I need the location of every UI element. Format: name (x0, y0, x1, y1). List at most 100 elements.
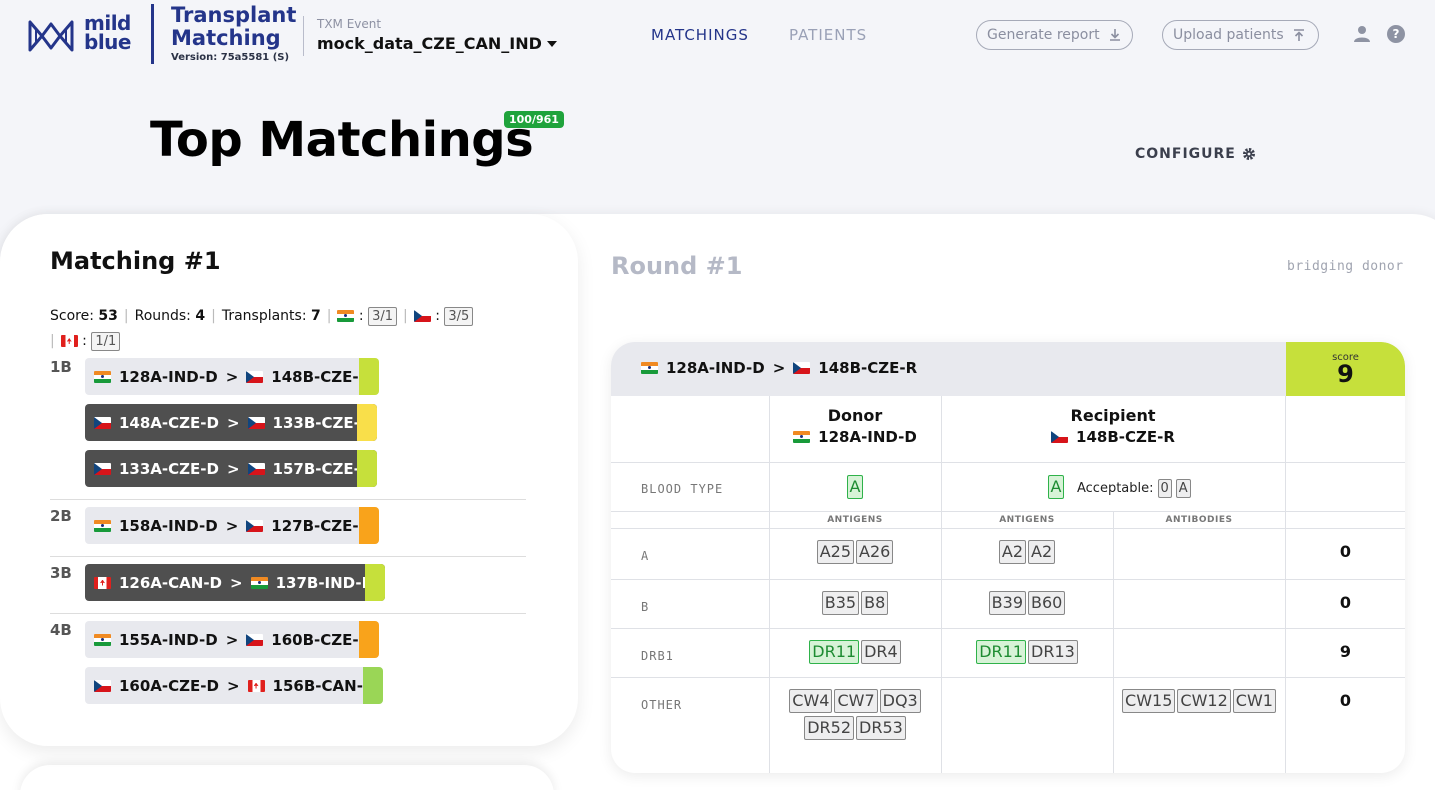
transplant-item[interactable]: 126A-CAN-D >137B-IND-R (85, 564, 385, 601)
recipient-heading: Recipient (1070, 406, 1156, 425)
hla-chip: A2 (1028, 540, 1056, 564)
donor-id: 160A-CZE-D (119, 676, 219, 695)
round-separator (50, 499, 526, 500)
rounds-value: 4 (195, 308, 206, 324)
event-divider (303, 16, 304, 56)
download-icon (1109, 29, 1120, 41)
grid-line (769, 396, 770, 773)
india-flag-icon (641, 362, 658, 374)
logo-text: mild blue (84, 13, 131, 52)
round-label: 2B (50, 507, 72, 525)
czech-flag-icon (246, 370, 264, 383)
donor-heading: Donor (827, 406, 883, 425)
transplant-item[interactable]: 148A-CZE-D >133B-CZE-R (85, 404, 377, 441)
round-separator (50, 556, 526, 557)
donor-id: 128A-IND-D (818, 428, 917, 446)
hla-chip: DR11 (809, 640, 860, 664)
czech-flag-icon (94, 462, 111, 475)
donor-column-heading: Donor 128A-IND-D (769, 406, 941, 446)
country-count-can: 1/1 (91, 332, 121, 351)
country-count-ind: 3/1 (368, 307, 398, 326)
generate-report-label: Generate report (987, 27, 1100, 43)
hla-donor-chips: CW4 CW7 DQ3 DR52 DR53 (777, 689, 933, 740)
hla-row-score: 0 (1339, 691, 1352, 710)
czech-flag-icon (413, 310, 431, 322)
nav-matchings[interactable]: MATCHINGS (651, 26, 749, 44)
score-indicator-bar (359, 358, 379, 395)
hla-chip: DR4 (861, 640, 901, 664)
transplant-pair: 128A-IND-D > 148B-CZE-R (641, 359, 917, 377)
header-donor-id: 128A-IND-D (666, 359, 765, 377)
hla-chip: CW12 (1177, 689, 1231, 713)
recipient-id: 127B-CZE-R (271, 516, 371, 535)
czech-flag-icon (246, 633, 264, 646)
donor-id: 133A-CZE-D (119, 459, 219, 478)
blood-type-chip: A (846, 475, 864, 499)
hla-row-label: DRB1 (641, 649, 674, 663)
country-count-cze: 3/5 (444, 307, 474, 326)
recipient-id: 148B-CZE-R (1076, 428, 1175, 446)
event-selector[interactable]: mock_data_CZE_CAN_IND (317, 34, 557, 53)
hla-chip: A26 (856, 540, 894, 564)
hla-recipient-chips: DR11 DR13 (949, 640, 1105, 664)
mild-blue-logo[interactable]: mild blue (28, 13, 148, 56)
hla-chip: DR52 (804, 716, 854, 740)
grid-line (611, 511, 1405, 512)
recipient-id: 137B-IND-R (275, 573, 374, 592)
transplant-item[interactable]: 160A-CZE-D >156B-CAN-R (85, 667, 383, 704)
hla-chip: DR13 (1028, 640, 1078, 664)
transplant-item[interactable]: 133A-CZE-D >157B-CZE-R (85, 450, 377, 487)
donor-id: 126A-CAN-D (119, 573, 222, 592)
page-title: Top Matchings (150, 112, 534, 168)
nav-patients[interactable]: PATIENTS (789, 26, 867, 44)
canada-flag-icon (60, 335, 78, 347)
generate-report-button[interactable]: Generate report (976, 20, 1133, 50)
upload-patients-button[interactable]: Upload patients (1162, 20, 1319, 50)
bridging-donor-label: bridging donor (1287, 259, 1404, 274)
rounds-label: Rounds: (134, 308, 191, 324)
donor-id: 128A-IND-D (119, 367, 218, 386)
round-title: Round #1 (611, 252, 743, 280)
configure-button[interactable]: CONFIGURE (1135, 146, 1256, 162)
user-icon[interactable] (1353, 25, 1371, 43)
round-label: 3B (50, 564, 72, 582)
event-label: TXM Event (317, 17, 382, 31)
transplant-item[interactable]: 158A-IND-D >127B-CZE-R (85, 507, 379, 544)
brand-title-line-2: Matching (171, 26, 281, 50)
czech-flag-icon (793, 362, 811, 374)
hla-row-score: 9 (1339, 642, 1352, 661)
hla-antibodies-chips: CW15 CW12 CW1 (1121, 689, 1277, 713)
hla-chip: DQ3 (879, 689, 921, 713)
hla-chip: DR11 (976, 640, 1026, 664)
donor-id: 158A-IND-D (119, 516, 218, 535)
recipient-id: 160B-CZE-R (271, 630, 371, 649)
acceptable-chip: A (1175, 479, 1191, 498)
hla-donor-chips: B35 B8 (777, 591, 933, 615)
transplant-score-box: score 9 (1286, 342, 1405, 396)
score-indicator-bar (365, 564, 385, 601)
transplant-detail-card: 128A-IND-D > 148B-CZE-R score 9 Donor 12… (611, 342, 1405, 773)
matching-title: Matching #1 (50, 247, 221, 275)
czech-flag-icon (247, 462, 265, 475)
round-label: 4B (50, 621, 72, 639)
grid-line (611, 462, 1405, 463)
chevron-right-icon: > (772, 359, 786, 377)
czech-flag-icon (94, 679, 111, 692)
header-recipient-id: 148B-CZE-R (818, 359, 918, 377)
help-icon[interactable]: ? (1387, 25, 1405, 43)
recipient-blood-type: A (1045, 475, 1067, 499)
chevron-right-icon: > (226, 459, 240, 478)
chevron-right-icon: > (225, 367, 239, 386)
hla-row-label: A (641, 549, 650, 563)
brand-divider (151, 4, 154, 64)
transplant-item[interactable]: 128A-IND-D >148B-CZE-R (85, 358, 379, 395)
transplant-item[interactable]: 155A-IND-D >160B-CZE-R (85, 621, 379, 658)
acceptable-label: Acceptable: (1077, 481, 1154, 496)
next-matching-card[interactable] (20, 765, 554, 790)
hla-chip: CW15 (1122, 689, 1176, 713)
czech-flag-icon (246, 519, 264, 532)
hla-row-label: OTHER (641, 698, 683, 712)
india-flag-icon (337, 310, 355, 322)
hla-row-score: 0 (1339, 593, 1352, 612)
donor-id: 148A-CZE-D (119, 413, 219, 432)
